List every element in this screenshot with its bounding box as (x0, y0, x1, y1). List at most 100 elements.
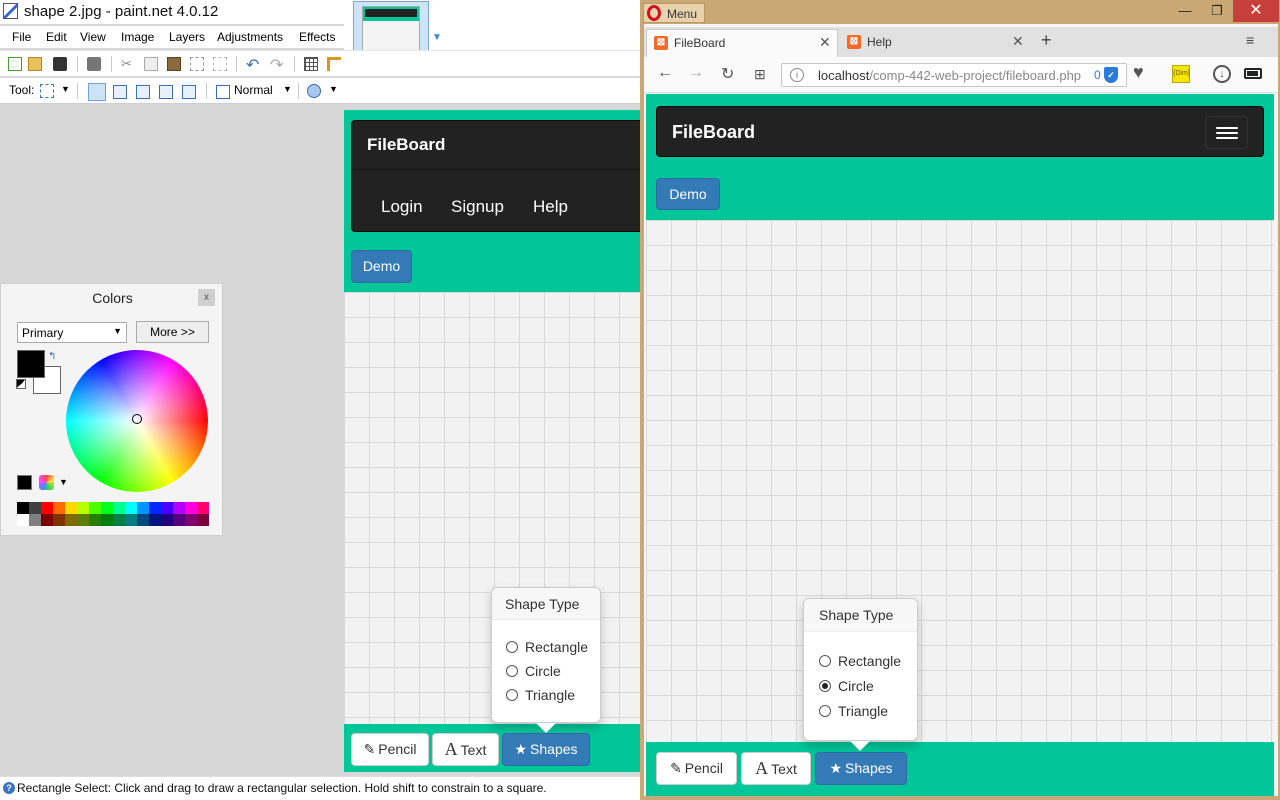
palette-swatch[interactable] (17, 514, 29, 526)
selection-mode-intersect-icon[interactable] (159, 85, 173, 99)
selection-mode-invert-icon[interactable] (182, 85, 196, 99)
palette-swatch[interactable] (29, 502, 41, 514)
palette-swatch[interactable] (137, 502, 149, 514)
palette-swatch[interactable] (77, 502, 89, 514)
color-target-select[interactable]: Primary ▼ (17, 322, 127, 343)
adblock-shield-icon[interactable]: ✓ (1104, 67, 1118, 83)
paste-icon[interactable] (167, 57, 181, 71)
colors-close-button[interactable]: x (198, 289, 215, 306)
palette-swatch[interactable] (17, 502, 29, 514)
palette-swatch[interactable] (149, 514, 161, 526)
close-tab-icon[interactable]: ✕ (819, 34, 831, 51)
palette-swatch[interactable] (53, 502, 65, 514)
save-icon[interactable] (53, 57, 67, 71)
palette-swatch[interactable] (89, 502, 101, 514)
selection-mode-union-icon[interactable] (113, 85, 127, 99)
palette-swatch[interactable] (185, 514, 197, 526)
selection-mode-replace-icon[interactable] (88, 83, 106, 101)
maximize-icon[interactable]: ❐ (1203, 0, 1231, 22)
tab-fileboard[interactable]: ⊠ FileBoard ✕ (646, 29, 838, 57)
menu-image[interactable]: Image (121, 30, 154, 44)
palette-swatch[interactable] (161, 502, 173, 514)
grid-icon[interactable] (304, 57, 318, 71)
option-triangle[interactable]: Triangle (819, 703, 888, 719)
image-canvas[interactable]: FileBoard Login Signup Help Demo Shape T… (344, 110, 640, 772)
palette-swatch[interactable] (65, 514, 77, 526)
palette-swatch[interactable] (137, 514, 149, 526)
tool-dropdown-icon[interactable]: ▼ (61, 84, 70, 94)
palette-dropdown-icon[interactable]: ▼ (59, 477, 68, 487)
reload-icon[interactable]: ↻ (721, 64, 734, 84)
menu-view[interactable]: View (80, 30, 106, 44)
browser-menu-button[interactable]: Menu (643, 3, 705, 23)
palette-swatch[interactable] (77, 514, 89, 526)
menu-edit[interactable]: Edit (46, 30, 67, 44)
new-tab-icon[interactable]: + (1041, 30, 1052, 51)
palette-row-bottom[interactable] (17, 514, 209, 526)
bookmark-heart-icon[interactable]: ♥ (1133, 62, 1144, 83)
selection-quality-icon[interactable] (216, 85, 230, 99)
option-rectangle[interactable]: Rectangle (819, 653, 901, 669)
palette-swatch[interactable] (65, 502, 77, 514)
print-icon[interactable] (87, 57, 101, 71)
minimize-icon[interactable]: — (1171, 0, 1199, 22)
palette-swatch[interactable] (197, 502, 209, 514)
pencil-button[interactable]: ✎ Pencil (656, 752, 737, 785)
palette-swatch[interactable] (101, 502, 113, 514)
more-button[interactable]: More >> (136, 321, 209, 343)
menu-effects[interactable]: Effects (299, 30, 335, 44)
shapes-button[interactable]: ★ Shapes (815, 752, 907, 785)
palette-swatch[interactable] (89, 514, 101, 526)
palette-swatch[interactable] (113, 502, 125, 514)
deselect-icon[interactable] (213, 57, 227, 71)
palette-swatch[interactable] (173, 502, 185, 514)
copy-icon[interactable] (144, 57, 158, 71)
page-brand[interactable]: FileBoard (672, 122, 755, 143)
drawing-canvas[interactable] (646, 220, 1274, 742)
speed-dial-icon[interactable]: ⊞ (754, 66, 766, 83)
blend-mode-dropdown-icon[interactable]: ▼ (283, 84, 292, 94)
palette-swatch[interactable] (173, 514, 185, 526)
add-to-palette-icon[interactable] (17, 475, 32, 490)
blend-mode-select[interactable]: Normal (234, 83, 273, 97)
palette-swatch[interactable] (53, 514, 65, 526)
color-wheel-cursor[interactable] (132, 414, 142, 424)
palette-swatch[interactable] (113, 514, 125, 526)
reset-colors-icon[interactable] (16, 379, 26, 389)
selection-mode-exclude-icon[interactable] (136, 85, 150, 99)
url-field[interactable]: i localhost/comp-442-web-project/fileboa… (781, 63, 1127, 87)
back-icon[interactable]: ← (657, 64, 673, 82)
site-info-icon[interactable]: i (790, 68, 804, 82)
palette-menu-icon[interactable] (39, 475, 54, 490)
download-icon[interactable]: ↓ (1213, 65, 1231, 83)
close-tab-icon[interactable]: ✕ (1012, 33, 1024, 50)
new-file-icon[interactable] (8, 57, 22, 71)
navbar-toggle-button[interactable] (1205, 116, 1248, 149)
option-circle[interactable]: Circle (819, 678, 874, 694)
cut-icon[interactable]: ✂ (121, 57, 135, 71)
color-palette[interactable] (17, 502, 209, 526)
menu-layers[interactable]: Layers (169, 30, 205, 44)
menu-adjustments[interactable]: Adjustments (217, 30, 283, 44)
demo-button[interactable]: Demo (656, 178, 720, 210)
rectangle-select-tool-icon[interactable] (40, 84, 54, 98)
ruler-icon[interactable] (327, 57, 341, 71)
palette-swatch[interactable] (101, 514, 113, 526)
antialias-icon[interactable] (307, 84, 321, 98)
undo-icon[interactable]: ↶ (246, 55, 260, 74)
forward-icon[interactable]: → (688, 64, 704, 82)
menu-file[interactable]: File (12, 30, 31, 44)
palette-row-top[interactable] (17, 502, 209, 514)
palette-swatch[interactable] (125, 514, 137, 526)
open-folder-icon[interactable] (28, 57, 42, 71)
palette-swatch[interactable] (29, 514, 41, 526)
palette-swatch[interactable] (185, 502, 197, 514)
palette-swatch[interactable] (197, 514, 209, 526)
window-close-button[interactable]: ✕ (1233, 0, 1279, 22)
palette-swatch[interactable] (149, 502, 161, 514)
redo-icon[interactable]: ↷ (270, 55, 284, 74)
thumbnail-dropdown-icon[interactable]: ▼ (432, 32, 442, 43)
antialias-dropdown-icon[interactable]: ▼ (329, 84, 338, 94)
tab-help[interactable]: ⊠ Help ✕ (840, 29, 1032, 57)
text-button[interactable]: A Text (741, 752, 811, 785)
